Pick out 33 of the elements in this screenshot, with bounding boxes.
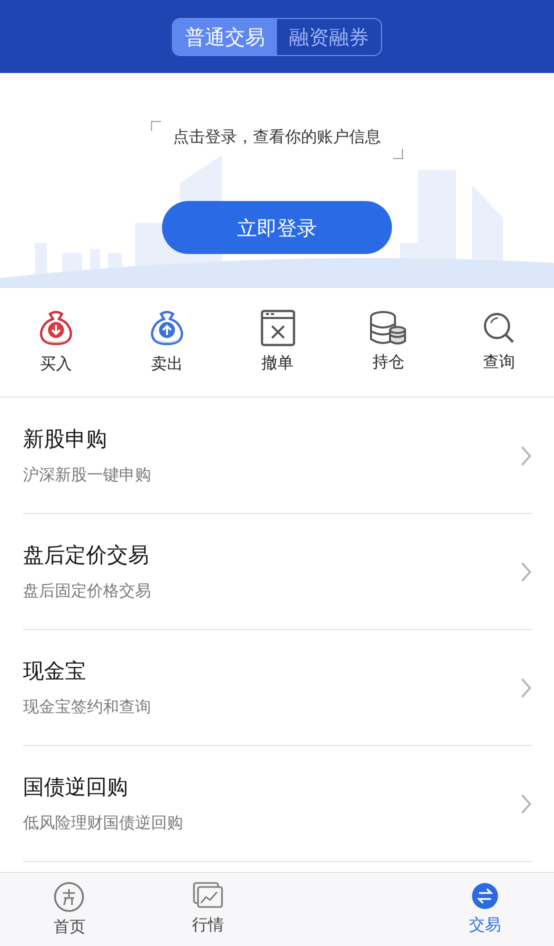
- chart-window-icon: [192, 881, 224, 911]
- menu-subtitle: 盘后固定价格交易: [23, 580, 151, 602]
- chevron-right-icon: [520, 792, 532, 814]
- action-button[interactable]: 卖出: [112, 307, 222, 377]
- tab-bar-item[interactable]: 行情: [186, 873, 230, 946]
- exchange-icon: [470, 881, 500, 911]
- menu-item[interactable]: 新股申购 沪深新股一键申购: [23, 398, 532, 514]
- chevron-right-icon: [520, 676, 532, 698]
- menu-title: 盘后定价交易: [23, 542, 150, 569]
- tab-bar-item[interactable]: 首页: [47, 873, 92, 946]
- menu-title: 新股申购: [23, 426, 108, 453]
- menu-subtitle: 沪深新股一键申购: [23, 464, 151, 486]
- segment-tab[interactable]: 融资融券: [277, 18, 381, 54]
- menu-item[interactable]: 国债逆回购 低风险理财国债逆回购: [23, 746, 532, 862]
- window-close-icon: [260, 309, 296, 347]
- menu-item[interactable]: 盘后定价交易 盘后固定价格交易: [23, 514, 532, 630]
- login-prompt: 点击登录，查看你的账户信息: [173, 127, 381, 146]
- chevron-right-icon: [520, 560, 532, 582]
- corner-bracket-icon: [151, 121, 161, 131]
- action-button[interactable]: 查询: [444, 309, 554, 375]
- action-button[interactable]: 撤单: [222, 308, 332, 376]
- action-button[interactable]: 买入: [1, 307, 111, 377]
- coin-stack-icon: [368, 310, 408, 346]
- menu-title: 现金宝: [23, 658, 87, 685]
- menu-subtitle: 现金宝签约和查询: [23, 696, 151, 718]
- menu-title: 国债逆回购: [23, 774, 129, 801]
- menu-item[interactable]: 现金宝 现金宝签约和查询: [23, 630, 532, 746]
- chevron-right-icon: [520, 444, 532, 466]
- corner-bracket-icon: [393, 149, 403, 159]
- action-button[interactable]: 持仓: [333, 309, 444, 375]
- menu-subtitle: 低风险理财国债逆回购: [23, 812, 183, 834]
- login-button[interactable]: 立即登录: [162, 201, 392, 254]
- tab-bar-item[interactable]: 交易: [462, 873, 507, 946]
